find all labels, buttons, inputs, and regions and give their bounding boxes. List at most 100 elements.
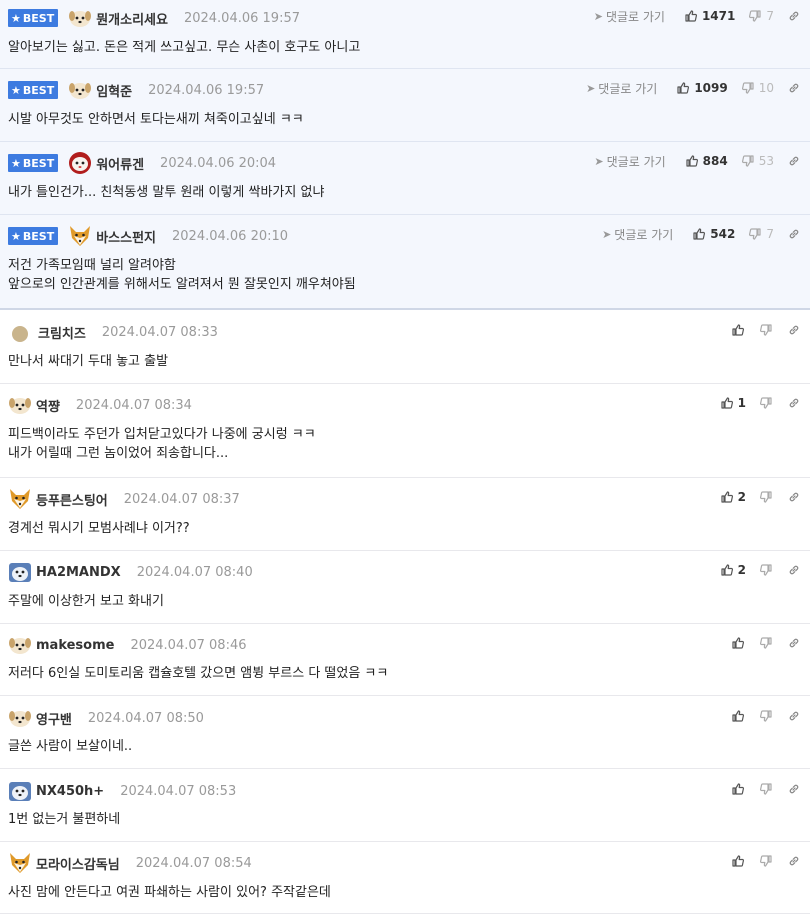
thumb-down-icon — [760, 397, 772, 409]
author-name[interactable]: 크림치즈 — [38, 323, 86, 342]
upvote-button[interactable] — [732, 855, 744, 867]
comment-list: ★ BEST 뭔개소리세요 2024.04.06 19:57 ➤ 댓글로 가기 1471 7 알… — [0, 0, 810, 914]
link-icon[interactable] — [788, 155, 800, 167]
goto-comment-link[interactable]: ➤ 댓글로 가기 — [594, 153, 665, 170]
comment: NX450h+ 2024.04.07 08:53 1번 없는거 불편하네 — [0, 769, 810, 842]
link-icon[interactable] — [788, 10, 800, 22]
dog-face-icon[interactable] — [8, 706, 32, 730]
thumb-down-icon — [741, 82, 754, 94]
downvote-button[interactable]: 53 — [741, 154, 774, 168]
dog-face-icon[interactable] — [8, 393, 32, 417]
fox-face-icon[interactable] — [8, 487, 32, 511]
downvote-button[interactable] — [760, 564, 772, 576]
link-icon[interactable] — [788, 564, 800, 576]
fox-face-icon[interactable] — [68, 224, 92, 248]
upvote-button[interactable]: 2 — [721, 563, 746, 577]
link-icon[interactable] — [788, 783, 800, 795]
link-icon[interactable] — [788, 710, 800, 722]
upvote-button[interactable]: 542 — [693, 227, 735, 241]
author-name[interactable]: 등푸른스팅어 — [36, 490, 108, 509]
author-name[interactable]: makesome — [36, 638, 114, 653]
comment-text: 글쓴 사람이 보살이네.. — [8, 739, 133, 754]
cat-face-icon[interactable] — [68, 151, 92, 175]
downvote-button[interactable] — [760, 397, 772, 409]
comment-date: 2024.04.07 08:54 — [135, 855, 252, 871]
comment-text: 경계선 뭐시기 모범사례냐 이거?? — [8, 521, 190, 536]
husky-face-icon[interactable] — [8, 560, 32, 584]
comment-text: 피드백이라도 주던가 입처닫고있다가 나중에 궁시렁 ㅋㅋ 내가 어릴때 그런 … — [8, 427, 316, 461]
downvote-button[interactable] — [760, 324, 772, 336]
downvote-button[interactable] — [760, 491, 772, 503]
author-name[interactable]: NX450h+ — [36, 784, 104, 799]
best-badge: ★ BEST — [8, 227, 59, 245]
link-icon[interactable] — [788, 855, 800, 867]
downvote-button[interactable] — [760, 783, 772, 795]
circle-avatar-icon[interactable] — [8, 320, 32, 344]
comment: 영구밴 2024.04.07 08:50 글쓴 사람이 보살이네.. — [0, 696, 810, 769]
best-label: BEST — [22, 229, 55, 243]
goto-label: 댓글로 가기 — [598, 81, 658, 96]
upvote-count: 2 — [737, 490, 746, 504]
author-name[interactable]: 영구밴 — [36, 709, 72, 728]
author-name[interactable]: 뭔개소리세요 — [96, 9, 168, 28]
upvote-count: 2 — [737, 563, 746, 577]
comment-actions: ➤ 댓글로 가기 884 53 — [594, 145, 800, 177]
comment-actions — [724, 700, 800, 732]
comment-date: 2024.04.07 08:46 — [130, 637, 247, 653]
upvote-button[interactable] — [732, 637, 744, 649]
fox-face-icon[interactable] — [8, 851, 32, 875]
upvote-count: 1099 — [694, 81, 728, 95]
send-arrow-icon: ➤ — [594, 154, 604, 168]
comment-actions: ➤ 댓글로 가기 1099 10 — [586, 72, 800, 104]
best-label: BEST — [22, 11, 55, 25]
upvote-button[interactable] — [732, 710, 744, 722]
thumb-up-icon — [686, 155, 698, 167]
goto-comment-link[interactable]: ➤ 댓글로 가기 — [586, 80, 657, 97]
downvote-button[interactable]: 10 — [741, 81, 774, 95]
downvote-button[interactable] — [760, 637, 772, 649]
downvote-button[interactable]: 7 — [749, 227, 774, 241]
link-icon[interactable] — [788, 637, 800, 649]
thumb-up-icon — [721, 491, 733, 503]
thumb-up-icon — [732, 637, 744, 649]
upvote-button[interactable] — [732, 783, 744, 795]
author-name[interactable]: 역쨩 — [36, 396, 60, 415]
goto-comment-link[interactable]: ➤ 댓글로 가기 — [602, 226, 673, 243]
link-icon[interactable] — [788, 82, 800, 94]
comment: 등푸른스팅어 2024.04.07 08:37 2 경계선 뭐시기 모범사례냐 이거?… — [0, 478, 810, 551]
author-name[interactable]: 워어류겐 — [96, 154, 144, 173]
upvote-button[interactable]: 2 — [721, 490, 746, 504]
link-icon[interactable] — [788, 491, 800, 503]
comment-date: 2024.04.06 20:04 — [160, 155, 277, 171]
author-name[interactable]: HA2MANDX — [36, 565, 121, 580]
goto-comment-link[interactable]: ➤ 댓글로 가기 — [594, 8, 665, 25]
comment-date: 2024.04.07 08:53 — [120, 783, 237, 799]
thumb-down-icon — [760, 637, 772, 649]
upvote-button[interactable]: 884 — [686, 154, 728, 168]
upvote-button[interactable]: 1471 — [685, 9, 735, 23]
downvote-button[interactable]: 7 — [749, 9, 774, 23]
comment-date: 2024.04.06 19:57 — [183, 10, 300, 26]
author-name[interactable]: 임혁준 — [96, 81, 132, 100]
upvote-count: 542 — [710, 227, 736, 241]
husky-face-icon[interactable] — [8, 779, 32, 803]
upvote-button[interactable]: 1 — [721, 396, 746, 410]
dog-face-icon[interactable] — [68, 78, 92, 102]
link-icon[interactable] — [788, 324, 800, 336]
downvote-count: 7 — [766, 9, 774, 23]
comment-date: 2024.04.07 08:34 — [75, 397, 192, 413]
upvote-button[interactable] — [732, 324, 744, 336]
star-icon: ★ — [11, 83, 21, 97]
downvote-button[interactable] — [760, 710, 772, 722]
comment-actions: ➤ 댓글로 가기 1471 7 — [594, 0, 800, 32]
author-name[interactable]: 모라이스감독님 — [36, 854, 120, 873]
best-comment: ★ BEST 바스스펀지 2024.04.06 20:10 ➤ 댓글로 가기 542 7 저건 … — [0, 215, 810, 310]
link-icon[interactable] — [788, 397, 800, 409]
link-icon[interactable] — [788, 228, 800, 240]
author-name[interactable]: 바스스펀지 — [96, 227, 156, 246]
dog-face-icon[interactable] — [8, 633, 32, 657]
downvote-button[interactable] — [760, 855, 772, 867]
comment-actions — [724, 627, 800, 659]
dog-face-icon[interactable] — [68, 6, 92, 30]
upvote-button[interactable]: 1099 — [677, 81, 728, 95]
